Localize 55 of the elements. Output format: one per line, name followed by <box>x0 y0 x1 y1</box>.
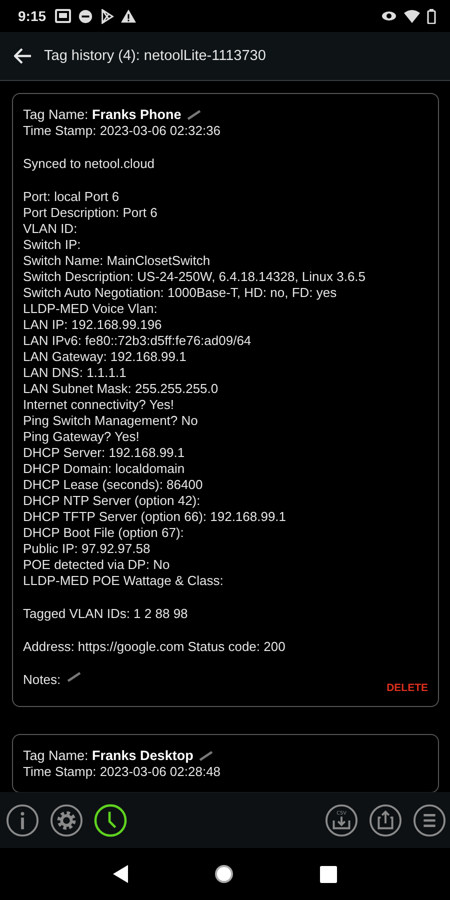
screen-title: Tag history (4): netoolLite-1113730 <box>44 48 266 64</box>
edit-pencil-icon[interactable] <box>199 751 214 761</box>
info-line: Port: local Port 6 <box>23 189 120 205</box>
back-arrow-icon[interactable] <box>14 48 32 64</box>
info-line: LLDP-MED Voice Vlan: <box>23 301 158 317</box>
info-line: DHCP Domain: localdomain <box>23 461 186 477</box>
edit-pencil-icon[interactable] <box>187 110 202 120</box>
clock-icon[interactable] <box>94 804 127 836</box>
info-line: LAN Gateway: 192.168.99.1 <box>23 349 188 365</box>
info-line: Public IP: 97.92.97.58 <box>23 541 152 557</box>
info-line: LAN IPv6: fe80::72b3:d5ff:fe76:ad09/64 <box>23 333 252 349</box>
battery-icon <box>427 8 436 24</box>
recents-nav-icon[interactable] <box>320 866 338 882</box>
tag-name-text: Tag Name: Franks Phone <box>23 107 182 123</box>
info-line: DHCP Boot File (option 67): <box>23 525 185 541</box>
info-line: LAN DNS: 1.1.1.1 <box>23 365 128 381</box>
info-line: Internet connectivity? Yes! <box>23 397 176 413</box>
warning-icon <box>121 9 136 23</box>
info-icon[interactable] <box>6 804 39 836</box>
notes-label: Notes: <box>23 672 61 688</box>
info-line: DHCP Lease (seconds): 86400 <box>23 477 204 493</box>
info-line: Switch Auto Negotiation: 1000Base-T, HD: no, FD: yes <box>23 285 338 301</box>
home-nav-icon[interactable] <box>214 864 234 884</box>
info-line: POE detected via DP: No <box>23 557 171 573</box>
info-line: DHCP NTP Server (option 42): <box>23 493 202 509</box>
do-not-disturb-icon <box>78 8 94 24</box>
tag-name-text: Tag Name: Franks Desktop <box>23 748 194 764</box>
delete-button[interactable]: DELETE <box>386 682 428 694</box>
info-line: Time Stamp: 2023-03-06 02:32:36 <box>23 123 222 139</box>
info-line: Switch Description: US-24-250W, 6.4.18.14328, Linux 3.6.5 <box>23 269 367 285</box>
info-line: DHCP TFTP Server (option 66): 192.168.99.1 <box>23 509 288 525</box>
info-line: Time Stamp: 2023-03-06 02:28:48 <box>23 764 222 780</box>
share-icon[interactable] <box>369 804 402 836</box>
wifi-icon <box>404 10 420 22</box>
settings-icon[interactable] <box>50 804 83 836</box>
info-line: Port Description: Port 6 <box>23 205 158 221</box>
info-line: LAN IP: 192.168.99.196 <box>23 317 163 333</box>
info-line: LLDP-MED POE Wattage & Class: <box>23 573 224 589</box>
back-nav-icon[interactable] <box>112 865 129 883</box>
status-time: 9:15 <box>18 8 46 24</box>
info-line: Ping Switch Management? No <box>23 413 199 429</box>
play-store-icon <box>100 8 114 24</box>
menu-icon[interactable] <box>413 804 446 836</box>
info-line: Synced to netool.cloud <box>23 156 156 172</box>
info-line: LAN Subnet Mask: 255.255.255.0 <box>23 381 220 397</box>
edit-pencil-icon[interactable] <box>66 672 81 682</box>
info-line: Tagged VLAN IDs: 1 2 88 98 <box>23 606 189 622</box>
info-line: Switch IP: <box>23 237 82 253</box>
image-icon <box>55 9 72 23</box>
info-line: VLAN ID: <box>23 221 78 237</box>
info-line: Ping Gateway? Yes! <box>23 429 140 445</box>
info-line: DHCP Server: 192.168.99.1 <box>23 445 186 461</box>
eye-icon <box>381 10 397 22</box>
info-line: Switch Name: MainClosetSwitch <box>23 253 212 269</box>
info-line: Address: https://google.com Status code: 200 <box>23 639 286 655</box>
